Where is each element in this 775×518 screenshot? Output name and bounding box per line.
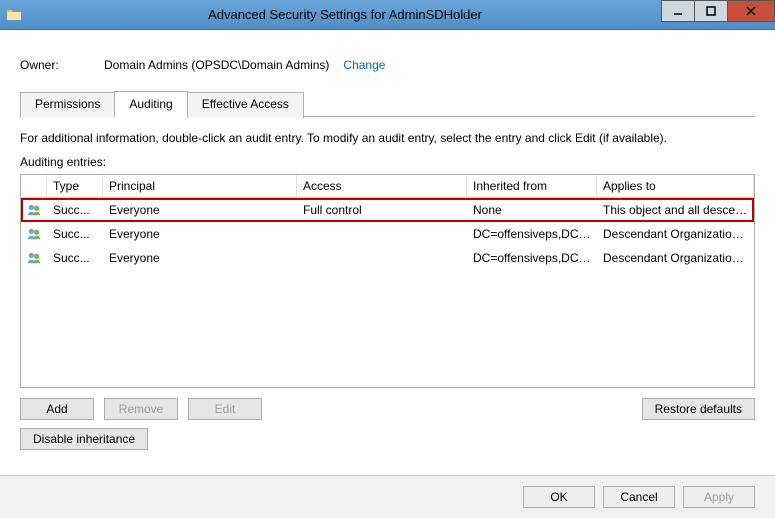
- tab-auditing[interactable]: Auditing: [114, 91, 187, 117]
- maximize-button[interactable]: [694, 0, 728, 22]
- entries-label: Auditing entries:: [20, 155, 755, 169]
- folder-icon: [6, 7, 22, 23]
- cell-principal: Everyone: [103, 249, 297, 267]
- users-icon: [21, 200, 47, 220]
- cell-applies: Descendant Organizational Un...: [597, 225, 754, 243]
- close-button[interactable]: [727, 0, 775, 22]
- window-title: Advanced Security Settings for AdminSDHo…: [28, 7, 662, 22]
- ok-button[interactable]: OK: [523, 486, 595, 508]
- col-applies[interactable]: Applies to: [597, 175, 754, 197]
- cell-type: Succ...: [47, 201, 103, 219]
- users-icon: [21, 248, 47, 268]
- col-type[interactable]: Type: [47, 175, 103, 197]
- col-access[interactable]: Access: [297, 175, 467, 197]
- col-inherited[interactable]: Inherited from: [467, 175, 597, 197]
- table-row[interactable]: Succ...EveryoneFull controlNoneThis obje…: [21, 198, 754, 222]
- add-button[interactable]: Add: [20, 398, 94, 420]
- cell-principal: Everyone: [103, 201, 297, 219]
- cell-applies: This object and all descendant...: [597, 201, 754, 219]
- apply-button: Apply: [683, 486, 755, 508]
- table-row[interactable]: Succ...Everyone DC=offensiveps,DC=c...Des…: [21, 222, 754, 246]
- tabs: Permissions Auditing Effective Access: [20, 90, 755, 117]
- owner-label: Owner:: [20, 58, 104, 72]
- cell-inherited: None: [467, 201, 597, 219]
- cell-type: Succ...: [47, 249, 103, 267]
- restore-defaults-button[interactable]: Restore defaults: [642, 398, 755, 420]
- table-row[interactable]: Succ...Everyone DC=offensiveps,DC=c...Des…: [21, 246, 754, 270]
- cell-principal: Everyone: [103, 225, 297, 243]
- tab-effective-access[interactable]: Effective Access: [187, 92, 304, 118]
- col-principal[interactable]: Principal: [103, 175, 297, 197]
- cell-applies: Descendant Organizational Un...: [597, 249, 754, 267]
- cell-inherited: DC=offensiveps,DC=c...: [467, 249, 597, 267]
- disable-inheritance-button[interactable]: Disable inheritance: [20, 428, 148, 450]
- cell-access: [297, 232, 467, 236]
- col-icon[interactable]: [21, 175, 47, 197]
- cancel-button[interactable]: Cancel: [603, 486, 675, 508]
- dialog-footer: OK Cancel Apply: [0, 475, 775, 518]
- titlebar: Advanced Security Settings for AdminSDHo…: [0, 0, 775, 30]
- auditing-grid: Type Principal Access Inherited from App…: [20, 174, 755, 388]
- change-owner-link[interactable]: Change: [343, 58, 385, 72]
- cell-type: Succ...: [47, 225, 103, 243]
- remove-button: Remove: [104, 398, 178, 420]
- owner-row: Owner: Domain Admins (OPSDC\Domain Admin…: [20, 58, 755, 72]
- info-text: For additional information, double-click…: [20, 131, 755, 145]
- cell-inherited: DC=offensiveps,DC=c...: [467, 225, 597, 243]
- edit-button: Edit: [188, 398, 262, 420]
- cell-access: Full control: [297, 201, 467, 219]
- cell-access: [297, 256, 467, 260]
- users-icon: [21, 224, 47, 244]
- tab-permissions[interactable]: Permissions: [20, 92, 115, 118]
- owner-value: Domain Admins (OPSDC\Domain Admins): [104, 58, 329, 72]
- minimize-button[interactable]: [661, 0, 695, 22]
- grid-header: Type Principal Access Inherited from App…: [21, 175, 754, 198]
